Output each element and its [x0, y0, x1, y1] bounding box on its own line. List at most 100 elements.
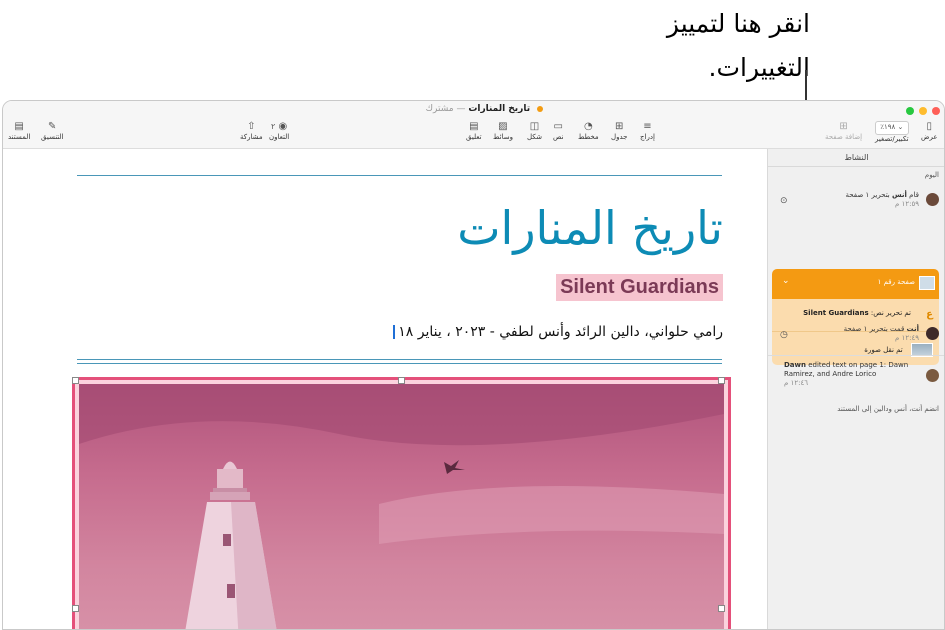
chevron-down-icon[interactable]: ⌄ — [782, 276, 790, 286]
avatar-anas — [926, 193, 939, 206]
divider-rule-1 — [77, 359, 722, 360]
share-button[interactable]: ⇧ مشاركة — [240, 121, 263, 141]
table-label: جدول — [611, 133, 628, 141]
page-thumbnail — [919, 276, 935, 290]
entry-you-name: أنت — [906, 325, 919, 333]
collaborate-icon-wrap: ٢ ◉ — [269, 121, 289, 133]
zoom-label: تكبير/تصغير — [875, 135, 909, 143]
insert-icon: ≡ — [643, 121, 652, 132]
entry-you-action: قمت بتحرير ١ صفحة — [843, 325, 905, 333]
authors-text: رامي حلواني، دالين الرائد وأنس لطفي - ٢٠… — [398, 324, 723, 340]
avatar-you — [926, 327, 939, 340]
entry-you-text: أنت قمت بتحرير ١ صفحة ١٢:٤٩ م — [799, 325, 919, 343]
shape-button[interactable]: ◫ شكل — [527, 121, 542, 141]
document-title[interactable]: تاريخ المنارات — [303, 201, 723, 255]
collaborate-label: التعاون — [269, 133, 290, 141]
comment-icon: ▤ — [469, 121, 479, 132]
document-label: المستند — [8, 133, 31, 141]
media-button[interactable]: ▨ وسائط — [493, 121, 513, 141]
chevron-down-icon: ⌄ — [897, 123, 904, 131]
activity-title: النشاط — [768, 149, 944, 167]
edited-text-row[interactable]: ع تم تحرير نص: Silent Guardians — [778, 309, 933, 320]
text-edit-icon: ع — [926, 309, 933, 320]
share-label: مشاركة — [240, 133, 263, 141]
view-button[interactable]: ▯ عرض — [921, 121, 938, 141]
text-box-icon: ▭ — [553, 121, 563, 132]
sidebar-separator — [768, 355, 944, 356]
today-label: اليوم — [924, 171, 939, 179]
document-canvas[interactable]: تاريخ المنارات Silent Guardians رامي حلو… — [3, 149, 766, 629]
page-group-header[interactable]: صفحة رقم ١ ⌄ — [772, 269, 939, 299]
resize-handle-side-right[interactable] — [72, 605, 79, 612]
comment-label: تعليق — [466, 133, 482, 141]
minimize-window-button[interactable] — [919, 107, 927, 115]
resize-handle-top-center[interactable] — [398, 377, 405, 384]
collaborator-cursor — [393, 325, 396, 339]
shape-icon: ◫ — [529, 121, 540, 132]
entry-anas-text: قام أنس بتحرير ١ صفحة ١٢:٥٩ م — [799, 191, 919, 209]
entry-time: ١٢:٥٩ م — [895, 200, 919, 208]
entry-you-time: ١٢:٤٩ م — [895, 334, 919, 342]
text-button[interactable]: ▭ نص — [553, 121, 564, 141]
title-separator: — — [456, 104, 466, 114]
insert-label: إدراج — [640, 133, 655, 141]
entry-name: أنس — [892, 191, 907, 199]
joined-message: انضم أنت، أنس ودالين إلى المستند — [837, 405, 939, 413]
close-window-button[interactable] — [932, 107, 940, 115]
chart-icon: ◔ — [583, 121, 593, 132]
insert-button[interactable]: ≡ إدراج — [640, 121, 655, 141]
add-page-icon: ⊞ — [839, 121, 848, 132]
document-authors[interactable]: رامي حلواني، دالين الرائد وأنس لطفي - ٢٠… — [303, 324, 723, 340]
paintbrush-icon: ✎ — [48, 121, 57, 132]
format-button[interactable]: ✎ التنسيق — [41, 121, 64, 141]
activity-entry-dawn[interactable]: Dawn edited text on page 1: Dawn Ramirez… — [774, 361, 939, 391]
callout-line-1: انقر هنا لتمييز — [666, 9, 810, 38]
entry-prefix: قام — [909, 191, 919, 199]
zoom-value: ٪١٩٨ — [880, 123, 896, 131]
add-page-button[interactable]: ⊞ إضافة صفحة — [825, 121, 862, 141]
window-title: تاريخ المنارات — مشترك — [383, 104, 543, 114]
document-icon-tb: ▤ — [14, 121, 24, 132]
lighthouse-illustration — [79, 384, 724, 629]
page-group-label: صفحة رقم ١ — [877, 278, 915, 286]
share-icon: ⇧ — [247, 121, 256, 132]
resize-handle-top-right[interactable] — [72, 377, 79, 384]
callout-line-2: التغييرات. — [708, 53, 810, 82]
resize-handle-top-left[interactable] — [718, 377, 725, 384]
activity-entry-you[interactable]: أنت قمت بتحرير ١ صفحة ١٢:٤٩ م ◷ — [774, 325, 939, 351]
people-icon: ◉ — [278, 121, 288, 132]
clock-icon: ◷ — [780, 330, 788, 340]
entry-dawn-time: ١٢:٤٦ م — [784, 379, 808, 387]
entry-dawn-text: Dawn edited text on page 1: Dawn Ramirez… — [784, 361, 919, 388]
sidebar-icon: ▯ — [926, 121, 933, 132]
avatar-dawn — [926, 369, 939, 382]
activity-entry-anas[interactable]: قام أنس بتحرير ١ صفحة ١٢:٥٩ م ⊙ — [774, 191, 939, 217]
table-button[interactable]: ⊞ جدول — [611, 121, 627, 141]
resize-handle-side-left[interactable] — [718, 605, 725, 612]
subtitle-wrap: Silent Guardians — [303, 274, 723, 301]
document-button[interactable]: ▤ المستند — [8, 121, 30, 141]
document-icon — [537, 105, 543, 112]
format-label: التنسيق — [41, 133, 64, 141]
entry-text: بتحرير ١ صفحة — [845, 191, 890, 199]
entry-dawn-name: Dawn — [784, 361, 806, 369]
shared-label: مشترك — [425, 104, 454, 114]
zoom-control[interactable]: ٪١٩٨ ⌄ تكبير/تصغير — [875, 121, 909, 143]
toolbar: تاريخ المنارات — مشترك ▯ عرض ٪١٩٨ ⌄ تكبي… — [3, 101, 944, 149]
activity-sidebar: النشاط اليوم قام أنس بتحرير ١ صفحة ١٢:٥٩… — [767, 149, 944, 629]
table-icon: ⊞ — [615, 121, 624, 132]
media-icon: ▨ — [498, 121, 508, 132]
zoom-window-button[interactable] — [906, 107, 914, 115]
comment-button[interactable]: ▤ تعليق — [466, 121, 482, 141]
instruction-callout: انقر هنا لتمييز التغييرات. — [600, 2, 810, 90]
shape-label: شكل — [527, 133, 543, 141]
chart-button[interactable]: ◔ مخطط — [578, 121, 599, 141]
checkmark-circle-icon[interactable]: ⊙ — [780, 196, 788, 206]
pages-window: تاريخ المنارات — مشترك ▯ عرض ٪١٩٨ ⌄ تكبي… — [2, 100, 945, 630]
document-subtitle[interactable]: Silent Guardians — [556, 274, 723, 301]
top-rule — [77, 175, 722, 176]
collaborate-button[interactable]: ٢ ◉ التعاون — [269, 121, 289, 141]
lighthouse-image[interactable] — [79, 384, 724, 629]
lighthouse-image-frame[interactable] — [72, 377, 731, 629]
media-label: وسائط — [493, 133, 513, 141]
